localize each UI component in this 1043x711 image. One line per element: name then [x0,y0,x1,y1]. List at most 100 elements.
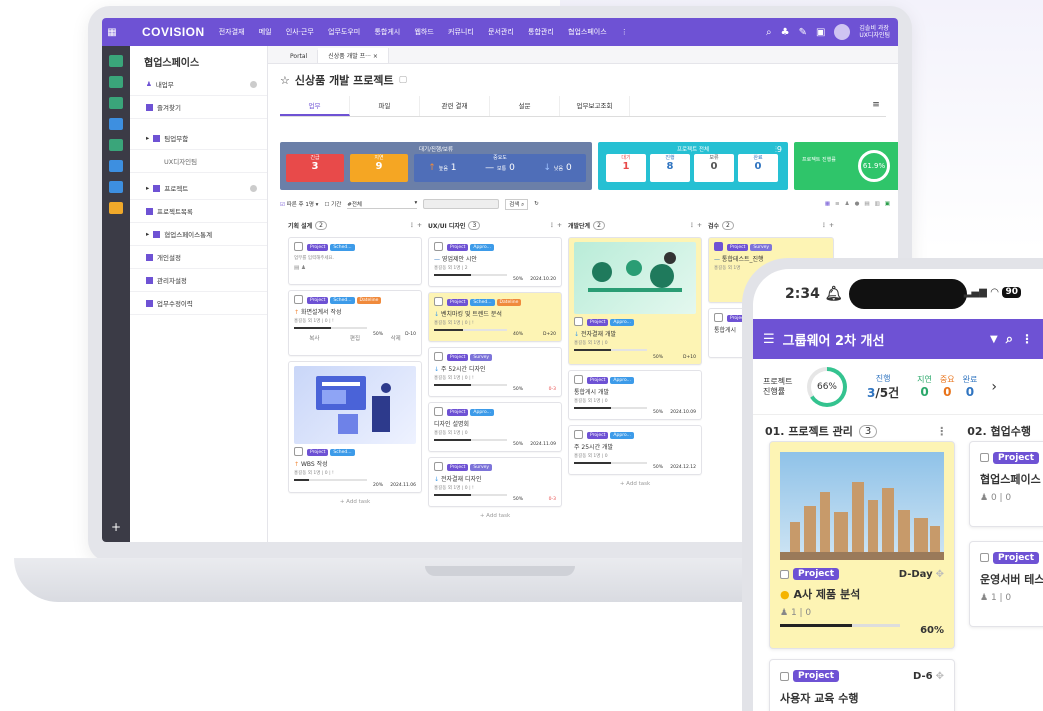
search-icon[interactable]: ⌕ [766,27,772,38]
sidebar-item-stats[interactable]: ▸ 협업스페이스통계 [130,223,267,246]
expand-icon[interactable]: ▸ [146,230,149,238]
task-card[interactable]: Project Sched... 업무를 입력해주세요. ▤ ♟ [288,237,422,285]
wait-stat[interactable]: 대기 1 [606,154,646,182]
add-icon[interactable] [250,80,257,88]
chevron-down-icon[interactable]: ▼ [990,334,998,345]
menu-item[interactable]: 커뮤니티 [448,28,474,36]
add-app-icon[interactable]: + [111,520,121,534]
phone-task-card[interactable]: Project D-Day ✥ ● A사 제품 분석 ♟ 1 | 0 60% [769,441,955,649]
card-checkbox[interactable] [714,242,723,251]
more-menu-icon[interactable]: ⋮ [621,28,628,36]
phone-task-card[interactable]: Project D-6 ✥ 사용자 교육 수행 [769,659,955,711]
importance-stat[interactable]: 중요 0 [940,374,955,399]
card-checkbox[interactable] [434,297,443,306]
gantt-view-icon[interactable]: ▥ [875,201,880,207]
search-button[interactable]: 검색 ⌕ [505,198,529,210]
drag-handle-icon[interactable]: ✥ [936,569,944,580]
menu-item[interactable]: 웹하드 [414,28,433,36]
menu-item[interactable]: 통합관리 [528,28,554,36]
card-checkbox[interactable] [434,407,443,416]
card-checkbox[interactable] [574,375,583,384]
progress-stat[interactable]: 진행 8 [650,154,690,182]
column-menu-icon[interactable]: ⋮ + [689,222,702,229]
tab-portal[interactable]: Portal [280,50,319,63]
task-card[interactable]: Project Appro... ↓ 전자결재 개발 홍길동 외 1명 | 0 5… [568,237,702,365]
expand-icon[interactable]: ▸ [146,134,149,142]
sidebar-item-ux-team[interactable]: UX디자인팀 [130,150,267,173]
card-checkbox[interactable] [434,352,443,361]
more-icon[interactable]: ⋮ [1021,332,1033,346]
menu-item[interactable]: 통합게시 [374,28,400,36]
card-checkbox[interactable] [434,242,443,251]
add-task-button[interactable]: + Add task [288,499,422,505]
high-stat[interactable]: ↑ 높음 1 [428,163,456,173]
calendar-view-icon[interactable]: ▤ [864,201,869,207]
tab-report[interactable]: 업무보고조회 [560,96,630,116]
layout-icon[interactable]: ▣ [816,27,825,38]
sidebar-item-project-list[interactable]: 프로젝트목록 [130,200,267,223]
card-checkbox[interactable] [294,242,303,251]
message-app-icon[interactable] [109,202,123,214]
column-menu-icon[interactable]: ⋮ + [821,222,834,229]
expand-icon[interactable]: ▸ [146,184,149,192]
task-card[interactable]: Project Appro... 통합게시 개발 홍길동 외 1명 | 0 50%… [568,370,702,420]
sidebar-item-admin-settings[interactable]: 관리자설정 [130,269,267,292]
period-checkbox[interactable]: ☐ 기간 [324,200,341,208]
sidebar-item-personal-settings[interactable]: 개인설정 [130,246,267,269]
delay-stat[interactable]: 지연 0 [917,374,932,399]
org-chart-icon[interactable]: ♣ [781,27,790,38]
alarm-app-icon[interactable] [109,76,123,88]
task-card[interactable]: Project Appro... — 영업제안 시안 홍길동 외 1명 | 2 5… [428,237,562,287]
edit-button[interactable]: 편집 [350,334,360,342]
card-checkbox[interactable] [980,452,989,462]
task-card[interactable]: Project Survey ↓ 전자결재 디자인 홍길동 외 1명 | 0 | … [428,457,562,507]
app-logo[interactable]: COVISION [142,25,205,39]
kanban-view-icon[interactable]: ▦ [825,201,830,207]
menu-item[interactable]: 업무도우미 [328,28,360,36]
card-checkbox[interactable] [780,569,789,579]
card-checkbox[interactable] [574,430,583,439]
add-task-button[interactable]: + Add task [428,513,562,519]
tab-tasks[interactable]: 업무 [280,96,350,116]
column-menu-icon[interactable]: ⋮ + [549,222,562,229]
phone-task-card[interactable]: Project 운영서버 테스 ♟ 1 | 0 [969,541,1043,627]
search-input[interactable] [423,199,500,209]
card-checkbox[interactable] [714,313,723,322]
card-checkbox[interactable] [574,317,583,326]
column-menu-icon[interactable]: ⋮ + [409,222,422,229]
refresh-icon[interactable]: ↻ [534,201,539,207]
menu-item[interactable]: 협업스페이스 [568,28,607,36]
low-stat[interactable]: ↓ 낮음 0 [543,163,571,173]
add-task-button[interactable]: + Add task [568,481,702,487]
list-view-icon[interactable]: ≡ [835,201,840,207]
delete-button[interactable]: 삭제 [391,334,401,342]
card-checkbox[interactable] [980,552,989,562]
file-icon[interactable]: ▤ [294,265,299,271]
task-card[interactable]: Project Appro... 주 25시간 개발 홍길동 외 1명 | 0 5… [568,425,702,475]
drive-app-icon[interactable] [109,160,123,172]
close-icon[interactable]: × [373,53,378,60]
task-input-placeholder[interactable]: 업무를 입력해주세요. [294,255,416,261]
note-app-icon[interactable] [109,97,123,109]
sidebar-item-my-tasks[interactable]: ♟ 내업무 [130,73,267,96]
person-view-icon[interactable]: ♟ [845,201,850,207]
card-checkbox[interactable] [294,295,303,304]
delay-stat[interactable]: 지연 9 [350,154,408,182]
sidebar-item-favorites[interactable]: 즐겨찾기 [130,96,267,119]
done-stat[interactable]: 완료 0 [963,374,978,399]
category-select[interactable]: #전체 ▾ [347,200,418,209]
progress-stat[interactable]: 진행 3/5건 [867,373,899,401]
card-checkbox[interactable] [434,462,443,471]
tab-survey[interactable]: 설문 [490,96,560,116]
mid-stat[interactable]: — 보통 0 [485,163,515,173]
star-icon[interactable]: ☆ [280,74,290,87]
task-card[interactable]: Project Appro... 디자인 설명회 홍길동 외 1명 | 0 50%… [428,402,562,452]
tab-approvals[interactable]: 관련 결재 [420,96,490,116]
sort-menu-icon[interactable]: ≡ [866,96,886,116]
board-app-icon[interactable] [109,139,123,151]
phone-title[interactable]: 그룹웨어 2차 개선 [783,330,885,349]
card-checkbox[interactable] [780,671,789,681]
copy-button[interactable]: 복사 [309,334,319,342]
task-card[interactable]: Project Sched... Dateline ↑ 화면설계서 작성 홍길동 외… [288,290,422,356]
tab-project[interactable]: 신상품 개발 프··· × [318,48,389,63]
